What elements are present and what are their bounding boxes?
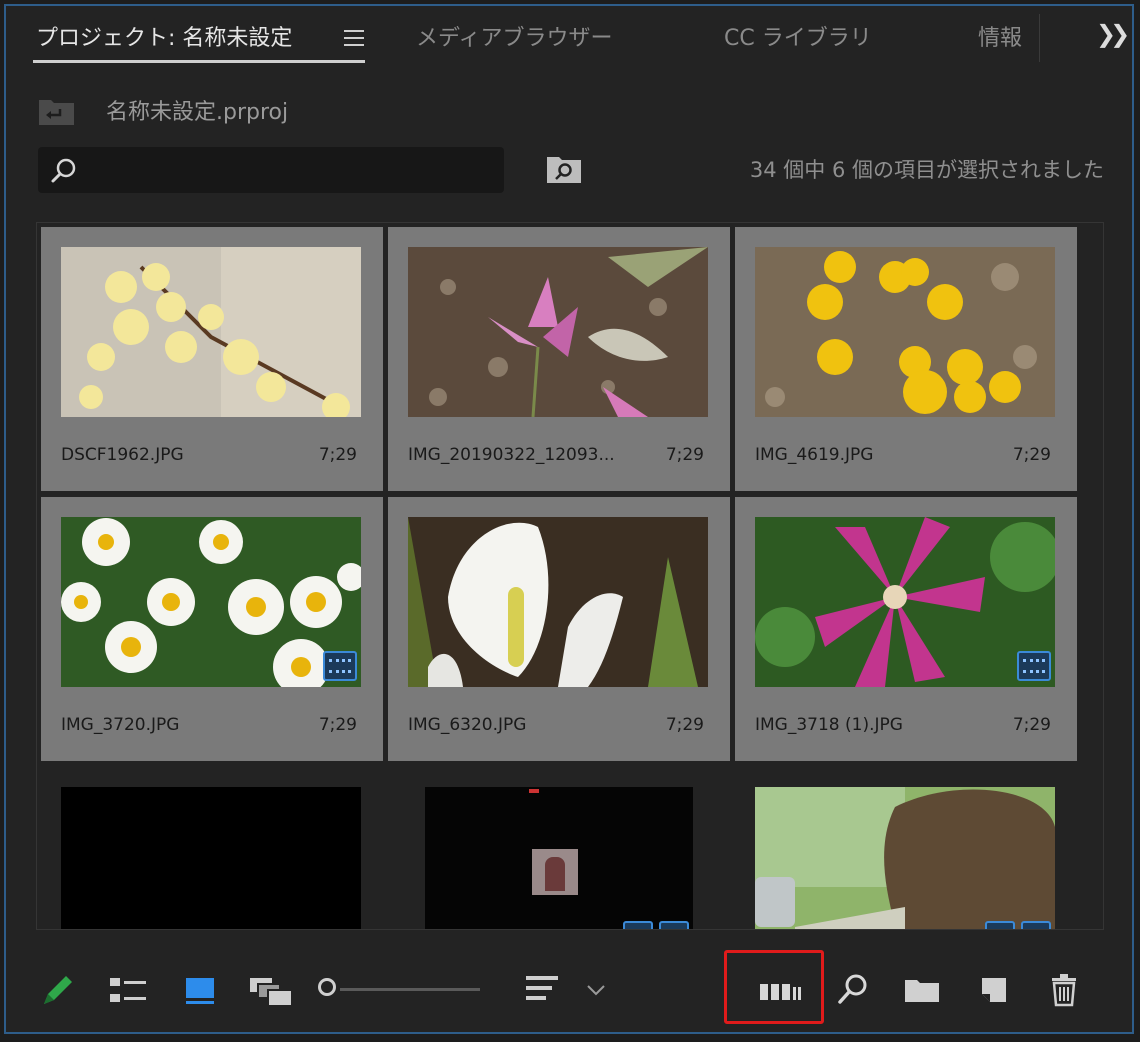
new-bin-icon[interactable]: [902, 970, 942, 1010]
tab-info[interactable]: 情報: [978, 20, 1022, 52]
zoom-slider-knob[interactable]: [318, 978, 336, 996]
clip-thumbnail[interactable]: [61, 787, 361, 929]
clip-duration: 7;29: [1012, 715, 1051, 735]
clip-thumbnail[interactable]: [61, 247, 361, 417]
pencil-icon[interactable]: [38, 970, 78, 1010]
project-panel: プロジェクト: 名称未設定 メディアブラウザー CC ライブラリ 情報 ❯❯ 名…: [4, 4, 1134, 1034]
video-badge-icon: [323, 651, 357, 681]
clip-thumbnail[interactable]: [755, 247, 1055, 417]
bottom-toolbar: [6, 946, 1132, 1032]
clip-card[interactable]: [735, 767, 1077, 929]
search-icon: [51, 158, 76, 183]
highlight-annotation: [724, 950, 824, 1024]
tab-project[interactable]: プロジェクト: 名称未設定: [36, 20, 292, 52]
parent-folder-icon[interactable]: [38, 96, 76, 126]
zoom-slider-track[interactable]: [340, 988, 480, 991]
clip-thumbnail[interactable]: [425, 787, 693, 929]
clip-thumbnail[interactable]: [408, 247, 708, 417]
clip-duration: 7;29: [318, 715, 357, 735]
sort-icon[interactable]: [524, 970, 564, 1010]
tab-divider: [1039, 14, 1040, 62]
search-box[interactable]: [38, 147, 504, 193]
video-badge-icon: [623, 921, 653, 929]
icon-view-icon[interactable]: [182, 970, 222, 1010]
clip-card[interactable]: DSCF1962.JPG 7;29: [41, 227, 383, 491]
clip-thumbnail[interactable]: [755, 787, 1055, 929]
new-item-icon[interactable]: [974, 970, 1014, 1010]
clip-card[interactable]: [388, 767, 730, 929]
clip-name: IMG_4619.JPG: [755, 445, 874, 465]
clip-name: IMG_3718 (1).JPG: [755, 715, 903, 735]
panel-menu-icon[interactable]: [344, 30, 364, 46]
clip-name: IMG_6320.JPG: [408, 715, 527, 735]
clip-thumbnail[interactable]: [61, 517, 361, 687]
clip-duration: 7;29: [665, 715, 704, 735]
list-view-icon[interactable]: [108, 970, 148, 1010]
clip-card[interactable]: IMG_3720.JPG 7;29: [41, 497, 383, 761]
clip-card[interactable]: IMG_4619.JPG 7;29: [735, 227, 1077, 491]
project-file-name: 名称未設定.prproj: [106, 100, 289, 125]
new-search-bin-icon[interactable]: [546, 154, 582, 184]
chevron-down-icon[interactable]: [582, 970, 610, 1010]
video-badge-icon: [659, 921, 689, 929]
clip-card[interactable]: IMG_20190322_12093... 7;29: [388, 227, 730, 491]
clip-duration: 7;29: [1012, 445, 1051, 465]
clip-card[interactable]: IMG_3718 (1).JPG 7;29: [735, 497, 1077, 761]
clip-duration: 7;29: [665, 445, 704, 465]
clip-card[interactable]: IMG_6320.JPG 7;29: [388, 497, 730, 761]
clip-card[interactable]: [41, 767, 383, 929]
active-tab-indicator: [33, 60, 365, 63]
clip-name: IMG_20190322_12093...: [408, 445, 615, 465]
search-input[interactable]: [88, 155, 492, 187]
more-tabs-icon[interactable]: ❯❯: [1096, 20, 1130, 48]
tab-bar: プロジェクト: 名称未設定 メディアブラウザー CC ライブラリ 情報 ❯❯: [6, 6, 1132, 68]
clip-name: DSCF1962.JPG: [61, 445, 184, 465]
video-badge-icon: [985, 921, 1015, 929]
tab-media-browser[interactable]: メディアブラウザー: [416, 20, 612, 52]
clip-name: IMG_3720.JPG: [61, 715, 180, 735]
find-icon[interactable]: [834, 970, 874, 1010]
media-grid: DSCF1962.JPG 7;29 IMG_20190322_12093...: [36, 222, 1104, 930]
selection-status: 34 個中 6 個の項目が選択されました: [749, 158, 1104, 182]
clip-thumbnail[interactable]: [755, 517, 1055, 687]
tab-cc-libraries[interactable]: CC ライブラリ: [724, 20, 872, 52]
clip-thumbnail[interactable]: [408, 517, 708, 687]
video-badge-icon: [1021, 921, 1051, 929]
freeform-view-icon[interactable]: [248, 970, 296, 1010]
trash-icon[interactable]: [1044, 970, 1084, 1010]
video-badge-icon: [1017, 651, 1051, 681]
clip-duration: 7;29: [318, 445, 357, 465]
